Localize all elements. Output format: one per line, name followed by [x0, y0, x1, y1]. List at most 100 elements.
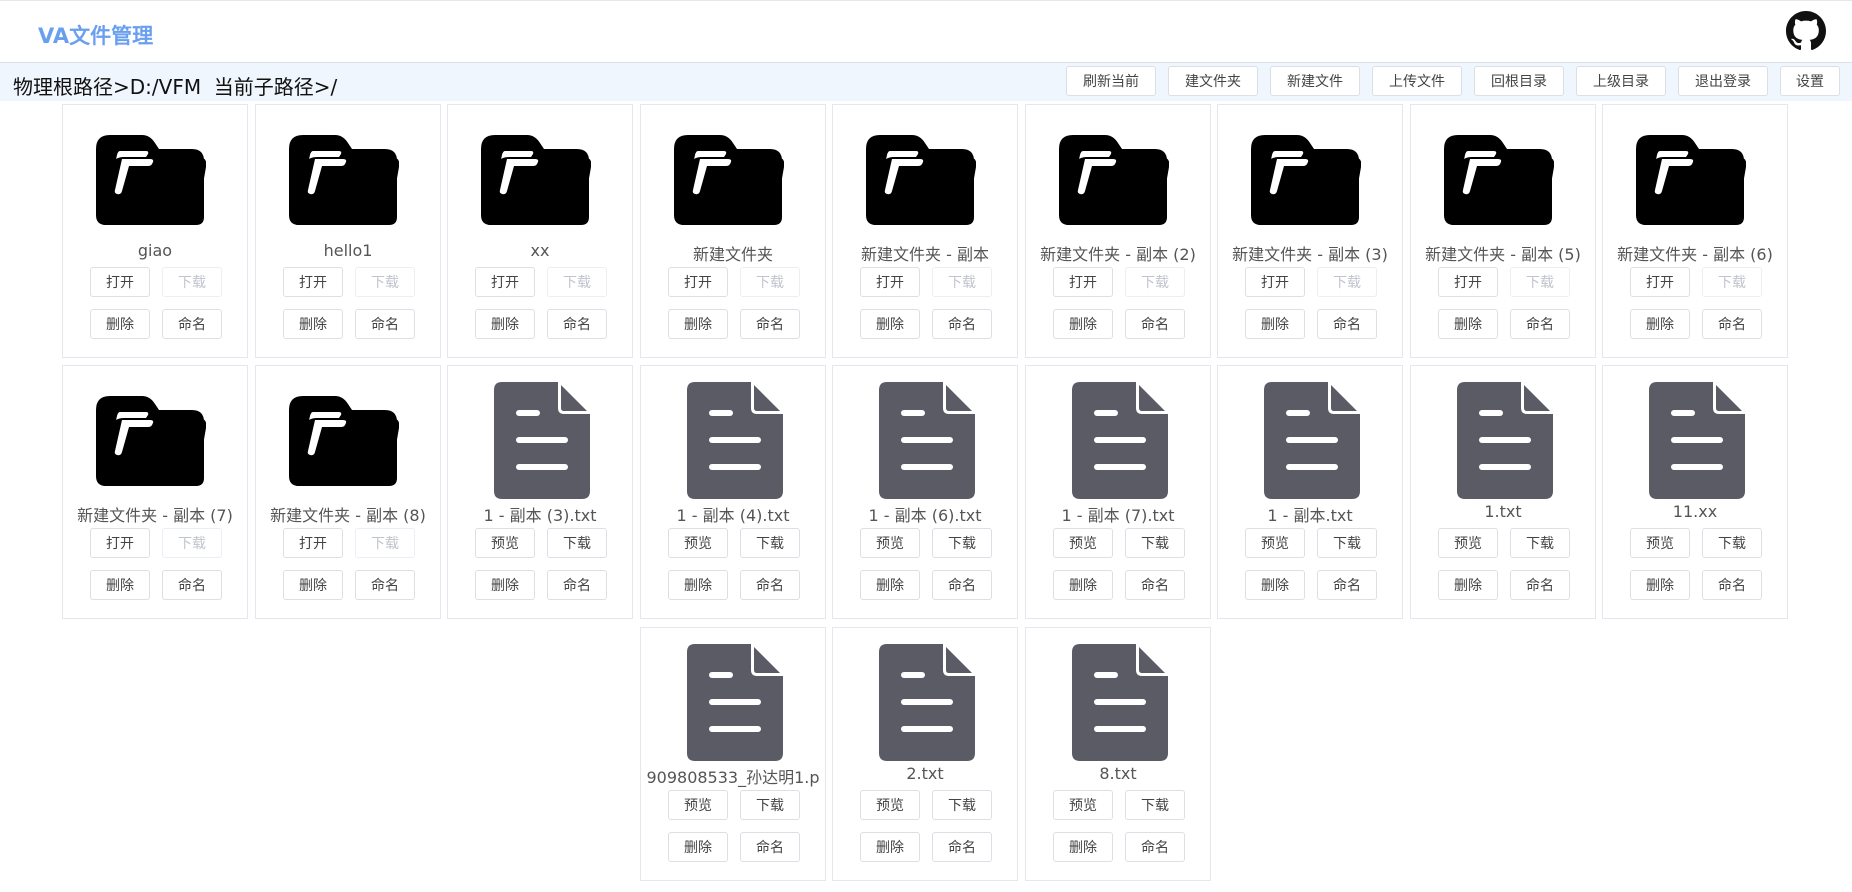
folder-icon: [1636, 135, 1746, 225]
preview-button[interactable]: 预览: [860, 790, 920, 820]
delete-button[interactable]: 删除: [1630, 570, 1690, 600]
rename-button[interactable]: 命名: [162, 570, 222, 600]
rename-button[interactable]: 命名: [355, 309, 415, 339]
rename-button[interactable]: 命名: [932, 832, 992, 862]
go-parent-button[interactable]: 上级目录: [1576, 66, 1666, 96]
open-button[interactable]: 打开: [475, 267, 535, 297]
rename-button[interactable]: 命名: [1317, 309, 1377, 339]
delete-button[interactable]: 删除: [668, 309, 728, 339]
delete-button[interactable]: 删除: [860, 570, 920, 600]
rename-button[interactable]: 命名: [1702, 570, 1762, 600]
download-button[interactable]: 下载: [1125, 528, 1185, 558]
new-file-button[interactable]: 新建文件: [1270, 66, 1360, 96]
download-button[interactable]: 下载: [1702, 528, 1762, 558]
logout-button[interactable]: 退出登录: [1678, 66, 1768, 96]
rename-button[interactable]: 命名: [1125, 309, 1185, 339]
item-name: 新建文件夹 - 副本 (2): [1040, 245, 1196, 264]
rename-button[interactable]: 命名: [547, 309, 607, 339]
item-name: 1 - 副本 (4).txt: [676, 506, 790, 525]
settings-button[interactable]: 设置: [1780, 66, 1840, 96]
download-button: 下载: [740, 267, 800, 297]
rename-button[interactable]: 命名: [355, 570, 415, 600]
file-card: 1 - 副本 (7).txt 预览 下载 删除 命名: [1025, 365, 1211, 619]
text-file-icon: [879, 644, 975, 761]
open-button[interactable]: 打开: [1630, 267, 1690, 297]
preview-button[interactable]: 预览: [1630, 528, 1690, 558]
open-button[interactable]: 打开: [1053, 267, 1113, 297]
rename-button[interactable]: 命名: [1125, 570, 1185, 600]
download-button[interactable]: 下载: [1317, 528, 1377, 558]
text-file-icon: [1264, 382, 1360, 499]
refresh-button[interactable]: 刷新当前: [1066, 66, 1156, 96]
download-button[interactable]: 下载: [740, 790, 800, 820]
rename-button[interactable]: 命名: [1702, 309, 1762, 339]
open-button[interactable]: 打开: [668, 267, 728, 297]
delete-button[interactable]: 删除: [1245, 309, 1305, 339]
item-name: 2.txt: [906, 764, 944, 783]
rename-button[interactable]: 命名: [740, 570, 800, 600]
rename-button[interactable]: 命名: [1510, 570, 1570, 600]
download-button[interactable]: 下载: [932, 528, 992, 558]
delete-button[interactable]: 删除: [90, 309, 150, 339]
rename-button[interactable]: 命名: [1317, 570, 1377, 600]
preview-button[interactable]: 预览: [860, 528, 920, 558]
delete-button[interactable]: 删除: [1053, 570, 1113, 600]
download-button[interactable]: 下载: [1510, 528, 1570, 558]
delete-button[interactable]: 删除: [1630, 309, 1690, 339]
download-button[interactable]: 下载: [547, 528, 607, 558]
delete-button[interactable]: 删除: [1053, 309, 1113, 339]
github-icon[interactable]: [1786, 11, 1826, 51]
preview-button[interactable]: 预览: [1245, 528, 1305, 558]
delete-button[interactable]: 删除: [475, 309, 535, 339]
upload-file-button[interactable]: 上传文件: [1372, 66, 1462, 96]
rename-button[interactable]: 命名: [162, 309, 222, 339]
folder-icon: [96, 135, 206, 225]
item-name: 11.xx: [1672, 502, 1718, 521]
folder-card: 新建文件夹 - 副本 (6) 打开 下载 删除 命名: [1602, 104, 1788, 358]
delete-button[interactable]: 删除: [1053, 832, 1113, 862]
folder-card: 新建文件夹 - 副本 打开 下载 删除 命名: [832, 104, 1018, 358]
rename-button[interactable]: 命名: [932, 309, 992, 339]
open-button[interactable]: 打开: [1438, 267, 1498, 297]
rename-button[interactable]: 命名: [740, 832, 800, 862]
delete-button[interactable]: 删除: [475, 570, 535, 600]
rename-button[interactable]: 命名: [740, 309, 800, 339]
rename-button[interactable]: 命名: [1125, 832, 1185, 862]
open-button[interactable]: 打开: [283, 267, 343, 297]
delete-button[interactable]: 删除: [668, 832, 728, 862]
go-root-button[interactable]: 回根目录: [1474, 66, 1564, 96]
open-button[interactable]: 打开: [860, 267, 920, 297]
folder-card: hello1 打开 下载 删除 命名: [255, 104, 441, 358]
delete-button[interactable]: 删除: [283, 309, 343, 339]
download-button[interactable]: 下载: [1125, 790, 1185, 820]
open-button[interactable]: 打开: [283, 528, 343, 558]
delete-button[interactable]: 删除: [1245, 570, 1305, 600]
rename-button[interactable]: 命名: [1510, 309, 1570, 339]
folder-icon: [96, 396, 206, 486]
preview-button[interactable]: 预览: [668, 528, 728, 558]
delete-button[interactable]: 删除: [90, 570, 150, 600]
app-title[interactable]: VA文件管理: [38, 20, 153, 50]
rename-button[interactable]: 命名: [932, 570, 992, 600]
download-button[interactable]: 下载: [740, 528, 800, 558]
open-button[interactable]: 打开: [90, 267, 150, 297]
download-button: 下载: [547, 267, 607, 297]
delete-button[interactable]: 删除: [860, 832, 920, 862]
preview-button[interactable]: 预览: [475, 528, 535, 558]
rename-button[interactable]: 命名: [547, 570, 607, 600]
download-button[interactable]: 下载: [932, 790, 992, 820]
preview-button[interactable]: 预览: [1053, 790, 1113, 820]
open-button[interactable]: 打开: [1245, 267, 1305, 297]
delete-button[interactable]: 删除: [668, 570, 728, 600]
preview-button[interactable]: 预览: [1053, 528, 1113, 558]
folder-card: 新建文件夹 - 副本 (3) 打开 下载 删除 命名: [1217, 104, 1403, 358]
delete-button[interactable]: 删除: [1438, 309, 1498, 339]
open-button[interactable]: 打开: [90, 528, 150, 558]
delete-button[interactable]: 删除: [283, 570, 343, 600]
new-folder-button[interactable]: 建文件夹: [1168, 66, 1258, 96]
delete-button[interactable]: 删除: [1438, 570, 1498, 600]
preview-button[interactable]: 预览: [668, 790, 728, 820]
delete-button[interactable]: 删除: [860, 309, 920, 339]
folder-icon: [289, 135, 399, 225]
preview-button[interactable]: 预览: [1438, 528, 1498, 558]
